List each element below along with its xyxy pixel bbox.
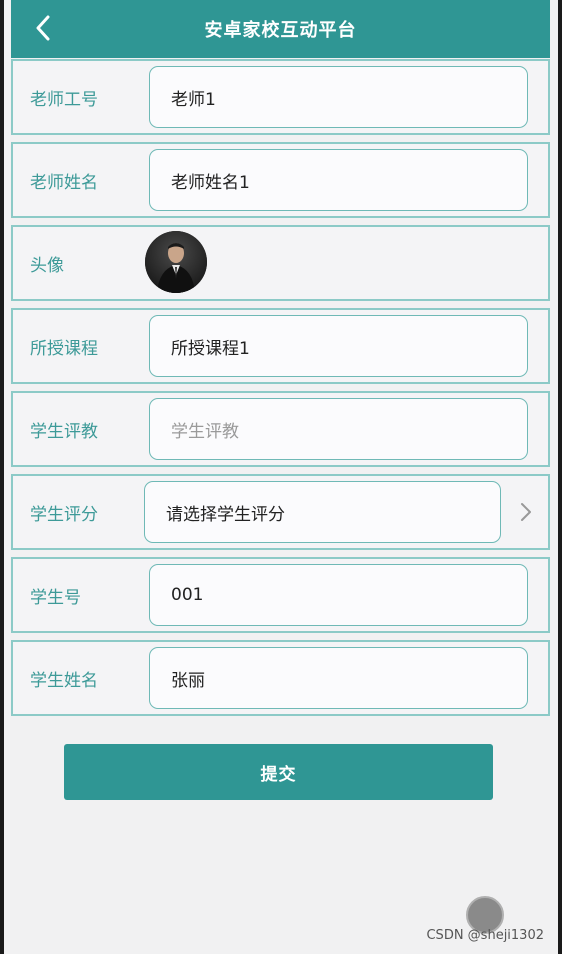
course-input[interactable]: 所授课程1 (149, 315, 528, 377)
page-title: 安卓家校互动平台 (204, 20, 357, 41)
app-header: 安卓家校互动平台 (11, 0, 550, 58)
phone-screen: 安卓家校互动平台 老师工号 老师1 老师姓名 老师姓名1 头像 所授课程 所授课… (4, 0, 558, 954)
field-avatar: 头像 (11, 225, 550, 301)
field-label: 老师姓名 (30, 172, 98, 193)
field-student-id: 学生号 001 (11, 557, 550, 633)
field-student-name: 学生姓名 张丽 (11, 640, 550, 716)
field-student-review: 学生评教 学生评教 (11, 391, 550, 467)
student-score-select[interactable]: 请选择学生评分 (144, 481, 501, 543)
field-label: 所授课程 (30, 338, 98, 359)
teacher-avatar-icon (145, 231, 207, 293)
avatar[interactable] (145, 231, 207, 293)
field-teacher-id: 老师工号 老师1 (11, 59, 550, 135)
field-student-score: 学生评分 请选择学生评分 (11, 474, 550, 550)
field-label: 学生评教 (30, 421, 98, 442)
field-label: 学生评分 (30, 504, 98, 525)
student-id-input[interactable]: 001 (149, 564, 528, 626)
field-label: 老师工号 (30, 89, 98, 110)
field-label: 学生号 (30, 587, 81, 608)
field-course: 所授课程 所授课程1 (11, 308, 550, 384)
student-review-input[interactable]: 学生评教 (149, 398, 528, 460)
teacher-id-input[interactable]: 老师1 (149, 66, 528, 128)
field-label: 头像 (30, 255, 64, 276)
field-label: 学生姓名 (30, 670, 98, 691)
teacher-name-input[interactable]: 老师姓名1 (149, 149, 528, 211)
field-teacher-name: 老师姓名 老师姓名1 (11, 142, 550, 218)
chevron-right-icon[interactable] (516, 498, 536, 526)
watermark: CSDN @sheji1302 (426, 928, 544, 943)
teacher-form: 老师工号 老师1 老师姓名 老师姓名1 头像 所授课程 所授课程1 学生评教 学… (11, 59, 550, 723)
student-name-input[interactable]: 张丽 (149, 647, 528, 709)
submit-button[interactable]: 提交 (64, 744, 493, 800)
